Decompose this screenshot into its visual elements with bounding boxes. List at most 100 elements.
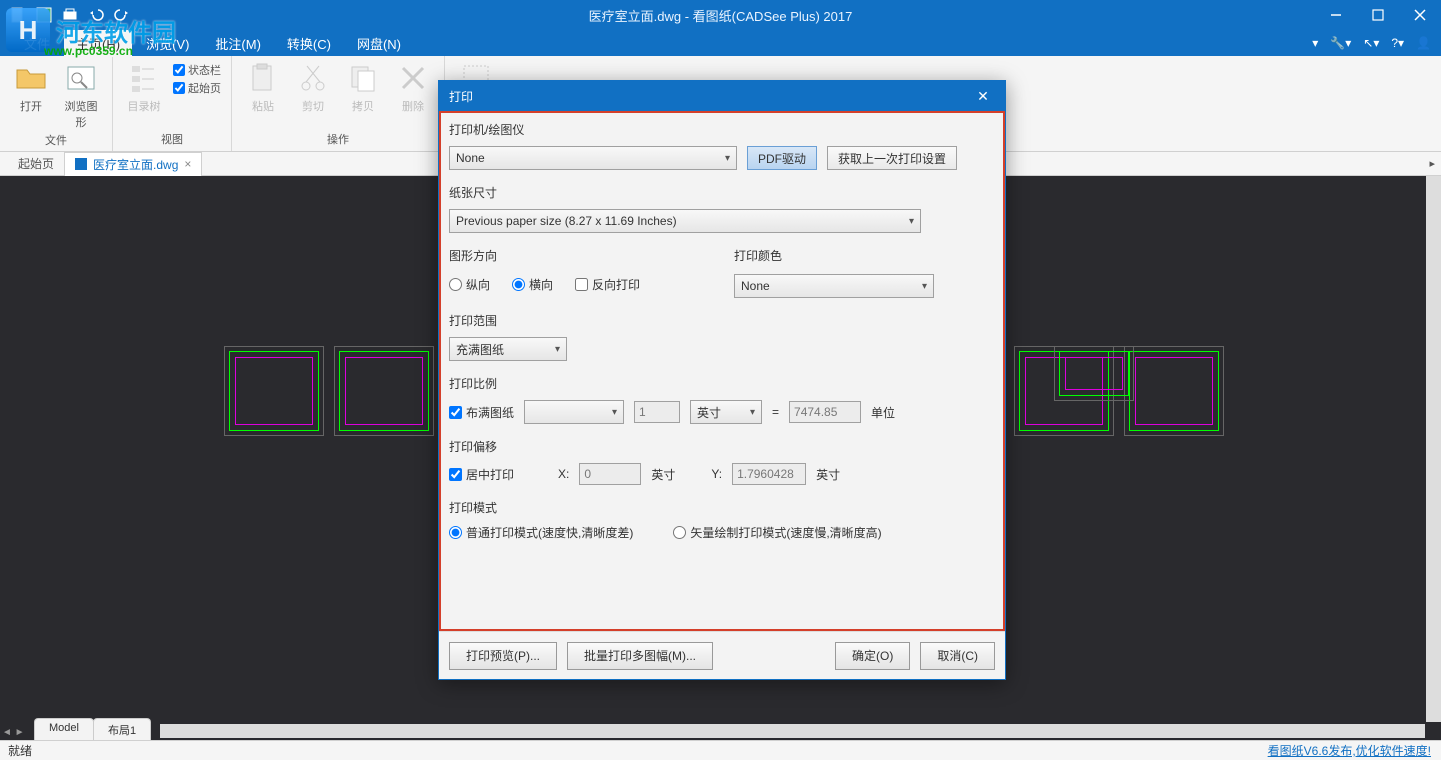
wrench-icon[interactable]: 🔧▾ [1330,36,1351,50]
ribbon-group-view: 目录树 状态栏 起始页 视图 [113,56,232,151]
section-mode: 打印模式 普通打印模式(速度快,清晰度差) 矢量绘制打印模式(速度慢,清晰度高) [449,499,995,541]
status-link[interactable]: 看图纸V6.6发布,优化软件速度! [1268,742,1431,759]
delete-icon [397,62,429,94]
tree-button[interactable]: 目录树 [123,62,165,114]
copy-icon [347,62,379,94]
last-settings-button[interactable]: 获取上一次打印设置 [827,146,957,170]
tabs-overflow-icon[interactable]: ▸ [1429,157,1435,170]
folder-open-icon [15,62,47,94]
ok-button[interactable]: 确定(O) [835,642,910,670]
startpage-checkbox[interactable]: 起始页 [173,80,221,96]
status-bar: 就绪 看图纸V6.6发布,优化软件速度! [0,740,1441,760]
paste-label: 粘贴 [252,101,274,113]
section-orient-color: 图形方向 纵向 横向 反向打印 打印颜色 None [449,247,995,298]
undo-icon[interactable] [88,7,104,23]
section-paper: 纸张尺寸 Previous paper size (8.27 x 11.69 I… [449,184,995,233]
color-combo[interactable]: None [734,274,934,298]
browse-label: 浏览图形 [65,101,98,129]
scale-preset-combo[interactable] [524,400,624,424]
open-button[interactable]: 打开 [10,62,52,114]
tab-nav-arrows[interactable]: ◄ ► [2,727,25,738]
offset-x-field[interactable]: 0 [579,463,641,485]
scale-unit-combo[interactable]: 英寸 [690,400,762,424]
dialog-body: 打印机/绘图仪 None PDF驱动 获取上一次打印设置 纸张尺寸 Previo… [439,111,1005,631]
menu-annotate[interactable]: 批注(M) [203,30,273,57]
offset-y-field[interactable]: 1.7960428 [732,463,806,485]
delete-button[interactable]: 删除 [392,62,434,114]
tab-layout1[interactable]: 布局1 [93,718,151,740]
minimize-button[interactable] [1315,0,1357,30]
close-button[interactable] [1399,0,1441,30]
mode-normal-radio[interactable]: 普通打印模式(速度快,清晰度差) [449,524,633,541]
dialog-footer: 打印预览(P)... 批量打印多图幅(M)... 确定(O) 取消(C) [439,631,1005,679]
tree-label: 目录树 [128,101,161,113]
printer-section-title: 打印机/绘图仪 [449,121,995,138]
open-label: 打开 [20,101,42,113]
layout-tabs: Model 布局1 [34,718,150,740]
orient-reverse-checkbox[interactable]: 反向打印 [575,276,640,293]
help-icon[interactable]: ?▾ [1391,36,1404,50]
menu-home[interactable]: 主页(H) [64,30,132,57]
section-printer: 打印机/绘图仪 None PDF驱动 获取上一次打印设置 [449,121,995,170]
offset-section-title: 打印偏移 [449,438,995,455]
doc-tab-start[interactable]: 起始页 [8,152,64,175]
cut-icon [297,62,329,94]
scale-value-field[interactable]: 7474.85 [789,401,861,423]
printer-combo[interactable]: None [449,146,737,170]
caret-down-icon[interactable]: ▾ [1312,36,1318,50]
print-preview-button[interactable]: 打印预览(P)... [449,642,557,670]
menu-convert[interactable]: 转换(C) [275,30,343,57]
pdf-driver-button[interactable]: PDF驱动 [747,146,817,170]
ribbon-group-edit-label: 操作 [242,129,434,147]
fill-paper-checkbox[interactable]: 布满图纸 [449,404,514,421]
statusbar-checkbox[interactable]: 状态栏 [173,62,221,78]
menu-cloud[interactable]: 网盘(N) [345,30,413,57]
horizontal-scrollbar[interactable] [160,724,1425,738]
redo-icon[interactable] [114,7,130,23]
new-icon[interactable] [10,7,26,23]
paste-button[interactable]: 粘贴 [242,62,284,114]
user-icon[interactable]: 👤 [1416,36,1431,50]
mode-vector-radio[interactable]: 矢量绘制打印模式(速度慢,清晰度高) [673,524,881,541]
ribbon-group-file-label: 文件 [10,130,102,148]
doc-tab-active-label: 医疗室立面.dwg [93,156,178,173]
ribbon-group-file: 打开 浏览图形 文件 [0,56,113,151]
offset-x-label: X: [558,467,569,481]
section-range: 打印范围 充满图纸 [449,312,995,361]
close-tab-icon[interactable]: × [184,157,191,171]
cursor-icon[interactable]: ↖▾ [1363,36,1379,50]
section-offset: 打印偏移 居中打印 X: 0 英寸 Y: 1.7960428 英寸 [449,438,995,485]
dialog-titlebar: 打印 ✕ [439,81,1005,111]
cut-button[interactable]: 剪切 [292,62,334,114]
range-combo[interactable]: 充满图纸 [449,337,567,361]
scale-numerator-field[interactable]: 1 [634,401,680,423]
window-title: 医疗室立面.dwg - 看图纸(CADSee Plus) 2017 [589,6,853,25]
browse-icon [65,62,97,94]
save-icon[interactable] [36,7,52,23]
maximize-button[interactable] [1357,0,1399,30]
print-icon[interactable] [62,7,78,23]
menu-right: ▾ 🔧▾ ↖▾ ?▾ 👤 [1312,36,1431,50]
orient-section-title: 图形方向 [449,247,710,264]
orient-landscape-radio[interactable]: 横向 [512,276,553,293]
section-scale: 打印比例 布满图纸 1 英寸 = 7474.85 单位 [449,375,995,424]
center-print-checkbox[interactable]: 居中打印 [449,466,514,483]
dialog-close-button[interactable]: ✕ [971,88,995,105]
title-bar: 医疗室立面.dwg - 看图纸(CADSee Plus) 2017 [0,0,1441,30]
tab-model[interactable]: Model [34,718,94,740]
browse-button[interactable]: 浏览图形 [60,62,102,130]
copy-button[interactable]: 拷贝 [342,62,384,114]
menu-file[interactable]: 文件 [12,30,62,57]
print-dialog: 打印 ✕ 打印机/绘图仪 None PDF驱动 获取上一次打印设置 纸张尺寸 P… [438,80,1006,680]
orient-portrait-radio[interactable]: 纵向 [449,276,490,293]
offset-y-label: Y: [711,467,722,481]
doc-tab-start-label: 起始页 [18,155,54,172]
delete-label: 删除 [402,101,424,113]
batch-print-button[interactable]: 批量打印多图幅(M)... [567,642,713,670]
paper-combo[interactable]: Previous paper size (8.27 x 11.69 Inches… [449,209,921,233]
cancel-button[interactable]: 取消(C) [920,642,995,670]
menu-browse[interactable]: 浏览(V) [134,30,201,57]
vertical-scrollbar[interactable] [1426,176,1441,722]
doc-tab-active[interactable]: 医疗室立面.dwg × [64,152,202,176]
paper-section-title: 纸张尺寸 [449,184,995,201]
